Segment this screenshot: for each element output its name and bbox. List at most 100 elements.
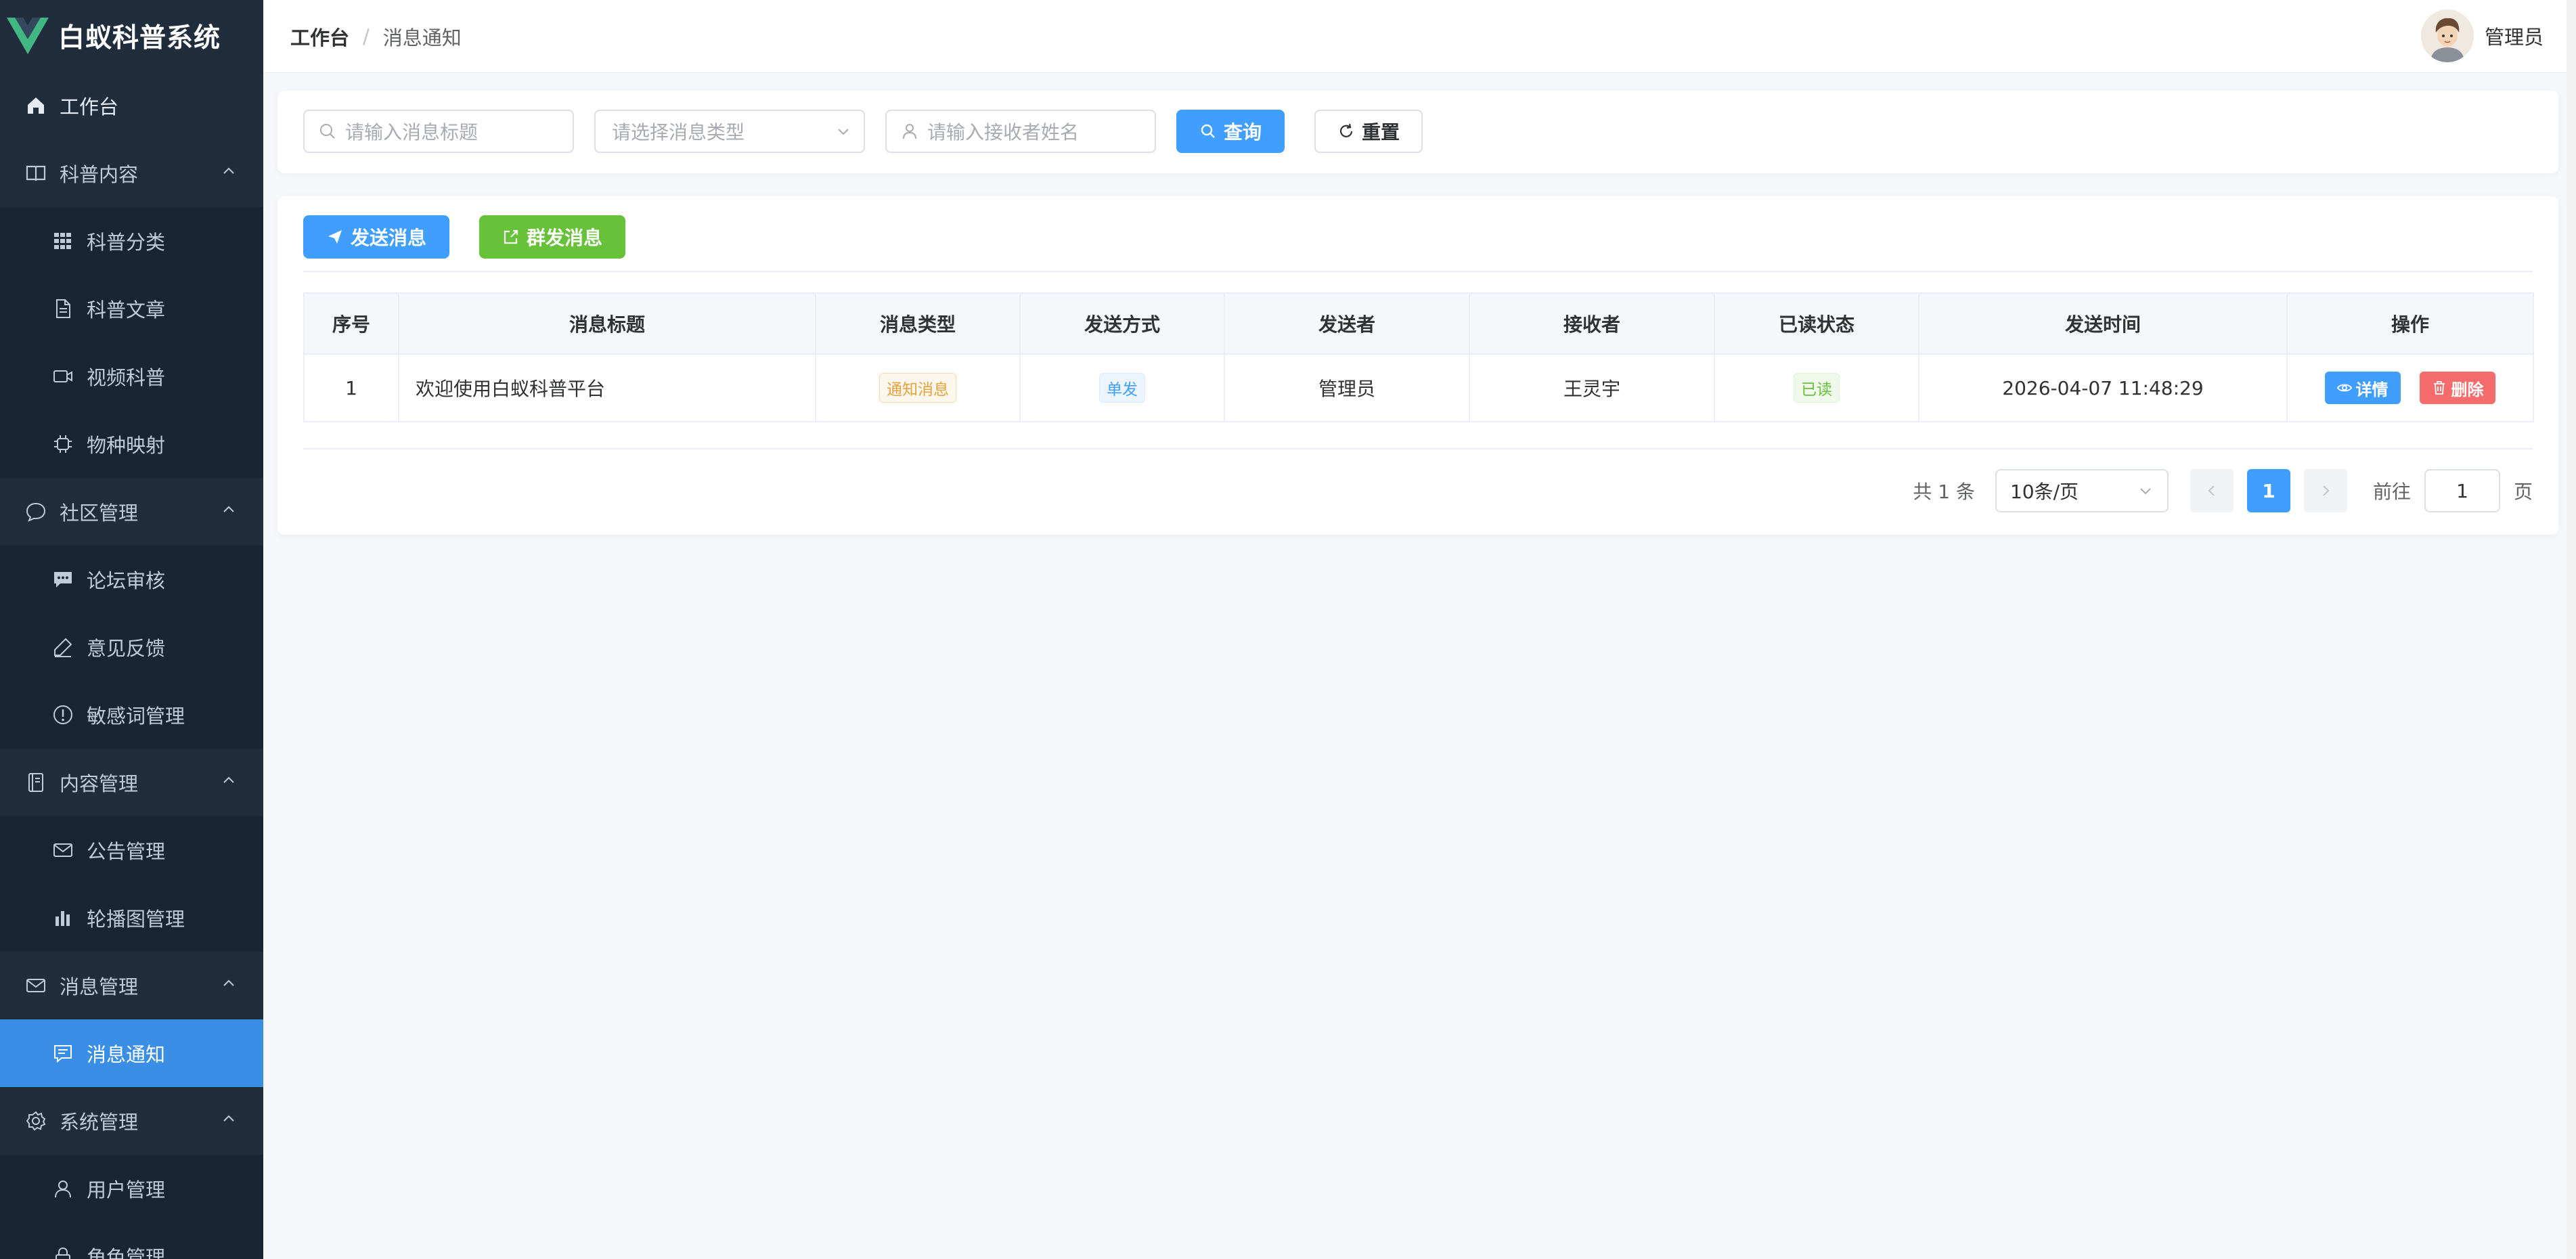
message-table: 序号 消息标题 消息类型 发送方式 发送者 接收者 已读状态 发送时间 操作 1… [303,292,2534,422]
sidebar-item-label: 科普文章 [87,299,166,322]
prev-page-button[interactable] [2190,469,2234,512]
cell-type: 通知消息 [815,353,1021,422]
pagination: 共 1 条 10条/页 1 前往 1 页 [1913,468,2533,513]
send-message-label: 发送消息 [350,227,426,249]
cell-actions: 详情 删除 [2286,353,2534,422]
sidebar-item-announcement[interactable]: 公告管理 [0,816,263,884]
cell-sender: 管理员 [1224,353,1470,422]
goto-page-input[interactable]: 1 [2424,469,2500,512]
sidebar-group-content[interactable]: 内容管理 [0,749,263,816]
broadcast-message-button[interactable]: 群发消息 [479,215,625,259]
search-panel: 请输入消息标题 请选择消息类型 请输入接收者姓名 查询 重置 [277,91,2558,173]
sidebar-item-message-notice[interactable]: 消息通知 [0,1019,263,1087]
column-header: 操作 [2286,292,2534,355]
sidebar-group-community[interactable]: 社区管理 [0,478,263,546]
page-size-select[interactable]: 10条/页 [1995,469,2169,512]
sidebar-group-label: 社区管理 [60,502,139,525]
app-logo[interactable]: 白蚁科普系统 [0,0,263,72]
send-method-tag: 单发 [1099,373,1145,403]
breadcrumb-home[interactable]: 工作台 [290,22,349,51]
home-icon [24,94,47,117]
sidebar-group-label: 系统管理 [60,1111,139,1134]
sidebar-item-dashboard[interactable]: 工作台 [0,72,263,139]
avatar[interactable] [2420,9,2474,62]
app-root: 白蚁科普系统 工作台 科普内容 科普分类 科普文章 视频科普 物种映射 社区管理… [0,0,2576,1259]
message-title-input[interactable]: 请输入消息标题 [303,110,574,153]
gear-icon [24,1109,47,1132]
send-icon [328,230,342,244]
message-type-tag: 通知消息 [879,373,956,403]
cell-title: 欢迎使用白蚁科普平台 [398,353,816,422]
column-header: 发送时间 [1918,292,2288,355]
sidebar-item-science-video[interactable]: 视频科普 [0,343,263,410]
table-row[interactable]: 1 欢迎使用白蚁科普平台 通知消息 单发 管理员 王灵宇 已读 2026-04-… [303,353,2534,422]
delete-button[interactable]: 删除 [2420,372,2496,404]
sidebar-item-label: 科普分类 [87,231,166,254]
grid-icon [51,229,74,252]
sidebar-item-feedback[interactable]: 意见反馈 [0,613,263,681]
detail-button-label: 详情 [2355,380,2389,399]
sidebar-item-sensitive-words[interactable]: 敏感词管理 [0,681,263,749]
sidebar-item-label: 敏感词管理 [87,705,185,728]
detail-button[interactable]: 详情 [2324,372,2401,404]
sidebar-item-label: 公告管理 [87,840,166,863]
trash-icon [2434,381,2445,395]
chevron-up-icon [223,979,234,986]
message-type-select[interactable]: 请选择消息类型 [594,110,865,153]
video-camera-icon [51,365,74,388]
sidebar: 白蚁科普系统 工作台 科普内容 科普分类 科普文章 视频科普 物种映射 社区管理… [0,0,263,1259]
chevron-up-icon [223,1115,234,1122]
table-bottom-divider [303,448,2533,449]
warning-icon [51,703,74,726]
breadcrumb-current: 消息通知 [382,26,462,49]
chevron-down-icon [838,129,849,135]
sidebar-item-science-category[interactable]: 科普分类 [0,207,263,275]
sidebar-item-forum-review[interactable]: 论坛审核 [0,546,263,613]
user-name[interactable]: 管理员 [2485,22,2544,50]
notebook-icon [24,771,47,794]
chip-icon [51,433,74,456]
sidebar-item-science-article[interactable]: 科普文章 [0,275,263,343]
query-button[interactable]: 查询 [1176,110,1285,153]
input-placeholder: 请输入接收者姓名 [927,121,1080,143]
broadcast-message-label: 群发消息 [526,227,602,249]
next-page-button[interactable] [2303,469,2347,512]
top-header: 工作台 / 消息通知 管理员 [263,0,2576,73]
send-message-button[interactable]: 发送消息 [303,215,449,259]
reset-button-label: 重置 [1361,121,1400,143]
page-scrollbar[interactable] [2567,0,2576,1259]
search-icon [1201,124,1215,138]
sidebar-item-label: 轮播图管理 [87,908,185,931]
receiver-name-input[interactable]: 请输入接收者姓名 [885,110,1156,153]
user-icon [903,124,916,139]
sidebar-item-label: 意见反馈 [87,637,166,660]
sidebar-group-system[interactable]: 系统管理 [0,1087,263,1155]
sidebar-group-label: 科普内容 [60,163,139,186]
reset-button[interactable]: 重置 [1314,110,1423,153]
chevron-right-icon [2323,485,2330,496]
pen-icon [51,636,74,659]
column-header: 消息类型 [815,292,1021,355]
sidebar-group-message[interactable]: 消息管理 [0,952,263,1019]
column-header: 序号 [303,292,399,355]
lock-icon [51,1245,74,1259]
search-icon [320,124,335,139]
chevron-up-icon [223,506,234,512]
page-size-value: 10条/页 [2009,481,2079,503]
sidebar-item-species-mapping[interactable]: 物种映射 [0,410,263,478]
page-number-current[interactable]: 1 [2246,469,2290,512]
sidebar-item-carousel[interactable]: 轮播图管理 [0,884,263,952]
cell-method: 单发 [1019,353,1225,422]
sidebar-item-label: 用户管理 [87,1178,166,1201]
book-icon [24,162,47,185]
cell-time: 2026-04-07 11:48:29 [1918,353,2288,422]
sidebar-group-science-content[interactable]: 科普内容 [0,139,263,207]
envelope-icon [51,839,74,862]
cell-index: 1 [303,353,399,422]
user-menu[interactable]: 管理员 [2420,9,2544,62]
sidebar-item-user-management[interactable]: 用户管理 [0,1155,263,1222]
sidebar-item-role-management[interactable]: 角色管理 [0,1222,263,1259]
read-status-tag: 已读 [1794,373,1840,403]
app-title: 白蚁科普系统 [58,23,221,53]
eye-icon [2336,384,2352,392]
